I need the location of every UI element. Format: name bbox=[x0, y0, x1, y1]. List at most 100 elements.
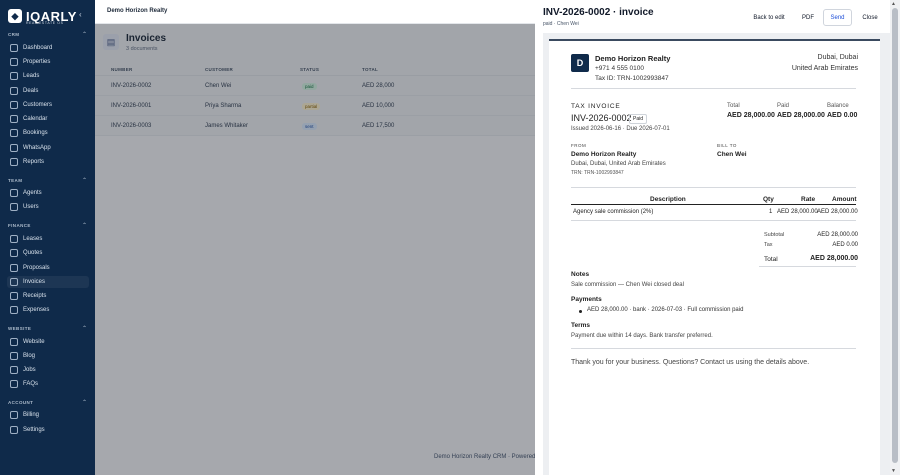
sidebar-item-faqs[interactable]: FAQs bbox=[7, 378, 89, 390]
chevron-up-icon[interactable]: ⌃ bbox=[82, 222, 87, 229]
sidebar-item-deals[interactable]: Deals bbox=[7, 85, 89, 97]
sidebar-item-label: Deals bbox=[23, 88, 39, 94]
sidebar-item-label: Proposals bbox=[23, 265, 50, 271]
scrollbar-thumb[interactable] bbox=[892, 8, 898, 463]
summary-paid-label: Paid bbox=[777, 103, 790, 109]
terms-text: Payment due within 14 days. Bank transfe… bbox=[571, 333, 713, 339]
sidebar-item-expenses[interactable]: Expenses bbox=[7, 304, 89, 316]
org-name: Demo Horizon Realty bbox=[107, 8, 168, 14]
sidebar-item-invoices[interactable]: Invoices bbox=[7, 276, 89, 288]
divider bbox=[571, 204, 856, 205]
chevron-up-icon[interactable]: ⌃ bbox=[82, 177, 87, 184]
sidebar-item-website[interactable]: Website bbox=[7, 336, 89, 348]
sidebar-item-reports[interactable]: Reports bbox=[7, 156, 89, 168]
sidebar-item-settings[interactable]: Settings bbox=[7, 424, 89, 436]
users-icon bbox=[10, 101, 18, 109]
tax-label: Tax bbox=[764, 242, 773, 248]
sidebar-item-label: FAQs bbox=[23, 381, 39, 387]
paid-badge: Paid bbox=[629, 114, 648, 124]
sidebar-item-leases[interactable]: Leases bbox=[7, 233, 89, 245]
sidebar-item-proposals[interactable]: Proposals bbox=[7, 262, 89, 274]
sidebar-item-receipts[interactable]: Receipts bbox=[7, 290, 89, 302]
item-amount: AED 28,000.00 bbox=[817, 209, 858, 215]
item-rate: AED 28,000.00 bbox=[777, 209, 818, 215]
sidebar-item-label: Calendar bbox=[23, 116, 48, 122]
sidebar-item-users[interactable]: Users bbox=[7, 201, 89, 213]
sidebar-item-whatsapp[interactable]: WhatsApp bbox=[7, 142, 89, 154]
close-button[interactable]: Close bbox=[857, 9, 883, 26]
item-qty: 1 bbox=[769, 209, 773, 215]
divider bbox=[571, 220, 856, 221]
sidebar-item-leads[interactable]: Leads bbox=[7, 70, 89, 82]
chevron-up-icon[interactable]: ⌃ bbox=[82, 31, 87, 38]
sidebar-item-label: Expenses bbox=[23, 307, 50, 313]
sidebar-item-label: Quotes bbox=[23, 250, 43, 256]
notes-text: Sale commission — Chen Wei closed deal bbox=[571, 282, 684, 288]
sidebar-item-calendar[interactable]: Calendar bbox=[7, 113, 89, 125]
sidebar-item-blog[interactable]: Blog bbox=[7, 350, 89, 362]
sidebar-item-label: Users bbox=[23, 204, 39, 210]
sidebar-item-label: Agents bbox=[23, 190, 42, 196]
invoice-dates: Issued 2026-06-16 · Due 2026-07-01 bbox=[571, 126, 670, 132]
total-label: Total bbox=[764, 256, 778, 263]
summary-balance-label: Balance bbox=[827, 103, 849, 109]
sidebar-item-customers[interactable]: Customers bbox=[7, 99, 89, 111]
modal-backdrop[interactable] bbox=[95, 24, 535, 475]
chart-icon bbox=[10, 158, 18, 166]
sidebar-item-properties[interactable]: Properties bbox=[7, 56, 89, 68]
quote-icon bbox=[10, 249, 18, 257]
sidebar-item-label: Receipts bbox=[23, 293, 47, 299]
logo-icon: ◆ bbox=[8, 9, 22, 23]
company-city: Dubai, Dubai bbox=[817, 54, 858, 61]
chevron-up-icon[interactable]: ⌃ bbox=[82, 325, 87, 332]
pdf-button[interactable]: PDF bbox=[797, 9, 819, 26]
summary-total-label: Total bbox=[727, 103, 740, 109]
sidebar-item-billing[interactable]: Billing bbox=[7, 409, 89, 421]
scroll-down-icon[interactable]: ▼ bbox=[891, 468, 896, 474]
tax-value: AED 0.00 bbox=[832, 242, 858, 248]
send-button[interactable]: Send bbox=[823, 9, 852, 26]
summary-paid: AED 28,000.00 bbox=[777, 112, 825, 119]
blog-icon bbox=[10, 352, 18, 360]
sidebar-item-dashboard[interactable]: Dashboard bbox=[7, 42, 89, 54]
scrollbar[interactable]: ▲ ▼ bbox=[890, 0, 900, 475]
section-header-crm[interactable]: CRM bbox=[8, 32, 19, 37]
sidebar-item-label: Website bbox=[23, 339, 45, 345]
chevron-up-icon[interactable]: ⌃ bbox=[82, 399, 87, 406]
agent-icon bbox=[10, 189, 18, 197]
section-header-team[interactable]: TEAM bbox=[8, 178, 22, 183]
dashboard-icon bbox=[10, 44, 18, 52]
sidebar-item-bookings[interactable]: Bookings bbox=[7, 127, 89, 139]
scroll-up-icon[interactable]: ▲ bbox=[891, 1, 896, 7]
app: ◆ IQARLY REAL ESTATE OS ‹ CRM ⌃ Dashboar… bbox=[0, 0, 900, 475]
company-country: United Arab Emirates bbox=[791, 65, 858, 72]
sidebar-item-label: Blog bbox=[23, 353, 36, 359]
sidebar-item-agents[interactable]: Agents bbox=[7, 187, 89, 199]
from-address: Dubai, Dubai, United Arab Emirates bbox=[571, 161, 666, 167]
credit-card-icon bbox=[10, 411, 18, 419]
wallet-icon bbox=[10, 306, 18, 314]
summary-total: AED 28,000.00 bbox=[727, 112, 775, 119]
back-to-edit-button[interactable]: Back to edit bbox=[748, 9, 790, 26]
sidebar-item-jobs[interactable]: Jobs bbox=[7, 364, 89, 376]
bullet-icon bbox=[579, 310, 582, 313]
from-name: Demo Horizon Realty bbox=[571, 151, 637, 158]
bill-to-name: Chen Wei bbox=[717, 151, 747, 158]
sidebar: ◆ IQARLY REAL ESTATE OS ‹ CRM ⌃ Dashboar… bbox=[0, 0, 95, 475]
logo-subtitle: REAL ESTATE OS bbox=[26, 21, 64, 25]
receipt-icon bbox=[10, 292, 18, 300]
bill-to-label: BILL TO bbox=[717, 143, 737, 148]
divider bbox=[571, 348, 856, 349]
payment-line: AED 28,000.00 · bank · 2026-07-03 · Full… bbox=[587, 307, 744, 313]
drawer-subtitle: paid · Chen Wei bbox=[543, 21, 579, 27]
invoice-number: INV-2026-0002 bbox=[571, 113, 632, 123]
document-icon bbox=[10, 264, 18, 272]
section-header-website[interactable]: WEBSITE bbox=[8, 326, 31, 331]
section-header-finance[interactable]: FINANCE bbox=[8, 223, 31, 228]
company-logo: D bbox=[571, 54, 589, 72]
section-header-account[interactable]: ACCOUNT bbox=[8, 400, 33, 405]
notes-label: Notes bbox=[571, 271, 590, 278]
calendar-icon bbox=[10, 115, 18, 123]
sidebar-item-quotes[interactable]: Quotes bbox=[7, 247, 89, 259]
collapse-sidebar-icon[interactable]: ‹ bbox=[79, 11, 87, 19]
